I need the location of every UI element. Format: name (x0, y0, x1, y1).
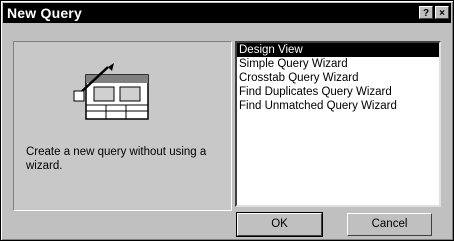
option-simple-query-wizard[interactable]: Simple Query Wizard (237, 57, 439, 71)
cancel-button[interactable]: Cancel (347, 213, 432, 236)
help-button[interactable]: ? (419, 6, 433, 19)
option-find-unmatched-wizard[interactable]: Find Unmatched Query Wizard (237, 99, 439, 113)
query-type-list[interactable]: Design View Simple Query Wizard Crosstab… (235, 41, 441, 207)
ok-button[interactable]: OK (236, 212, 323, 237)
preview-panel: Create a new query without using a wizar… (13, 41, 232, 211)
query-design-icon (73, 63, 149, 120)
new-query-dialog: New Query ? × Create a new query without… (0, 0, 454, 241)
option-design-view[interactable]: Design View (237, 43, 439, 57)
query-description: Create a new query without using a wizar… (26, 146, 207, 172)
option-find-duplicates-wizard[interactable]: Find Duplicates Query Wizard (237, 85, 439, 99)
option-crosstab-query-wizard[interactable]: Crosstab Query Wizard (237, 71, 439, 85)
dialog-title: New Query (7, 5, 82, 21)
close-button[interactable]: × (435, 6, 449, 19)
title-bar[interactable]: New Query ? × (3, 3, 451, 23)
